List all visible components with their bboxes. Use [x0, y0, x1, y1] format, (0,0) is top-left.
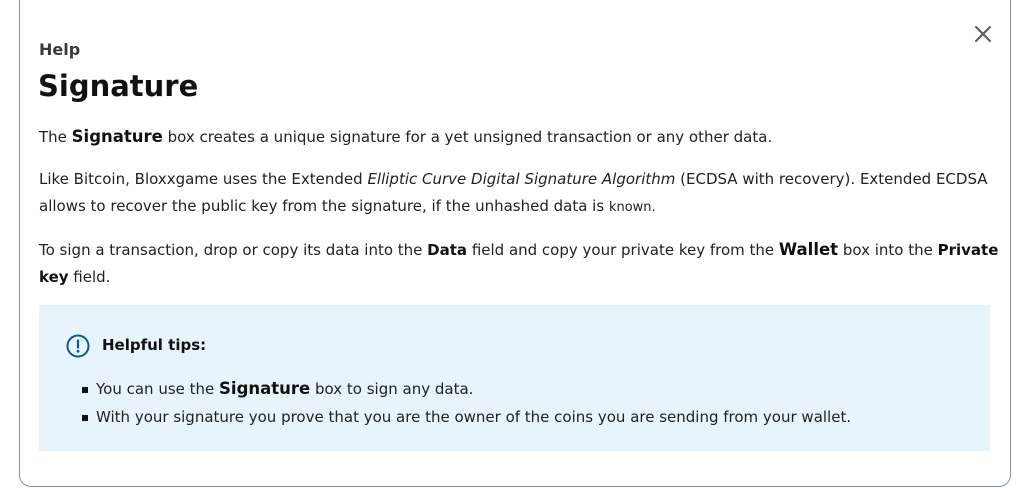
list-item: With your signature you prove that you a… — [80, 403, 851, 431]
close-button[interactable] — [973, 24, 993, 44]
info-circle-icon — [66, 334, 90, 358]
close-icon[interactable] — [973, 24, 993, 44]
help-label: Help — [39, 40, 81, 59]
text: field. — [68, 268, 111, 286]
list-item: You can use the Signature box to sign an… — [80, 375, 851, 403]
tips-list: You can use the Signature box to sign an… — [80, 375, 851, 431]
text: Like Bitcoin, Bloxxgame uses the Extende… — [39, 170, 368, 188]
text: To sign a transaction, drop or copy its … — [39, 241, 428, 259]
signature-term: Signature — [71, 127, 163, 146]
text: box to sign any data. — [310, 380, 474, 398]
tips-heading: Helpful tips: — [102, 336, 207, 354]
ecdsa-term: Elliptic Curve Digital Signature Algorit… — [367, 170, 676, 188]
data-field-term: Data — [427, 241, 468, 259]
text: The — [39, 128, 72, 146]
text: You can use the — [96, 380, 220, 398]
helpful-tips-box: Helpful tips: You can use the Signature … — [39, 305, 990, 451]
text: known. — [608, 200, 656, 215]
intro-paragraph: The Signature box creates a unique signa… — [39, 123, 999, 151]
text: box creates a unique signature for a yet… — [162, 128, 773, 146]
sign-instructions-paragraph: To sign a transaction, drop or copy its … — [39, 236, 999, 291]
wallet-term: Wallet — [778, 240, 839, 259]
text: field and copy your private key from the — [467, 241, 779, 259]
text: box into the — [838, 241, 938, 259]
help-dialog: Help Signature The Signature box creates… — [19, 0, 1011, 487]
signature-term: Signature — [219, 379, 311, 398]
ecdsa-paragraph: Like Bitcoin, Bloxxgame uses the Extende… — [39, 166, 999, 221]
page-title: Signature — [38, 69, 199, 103]
